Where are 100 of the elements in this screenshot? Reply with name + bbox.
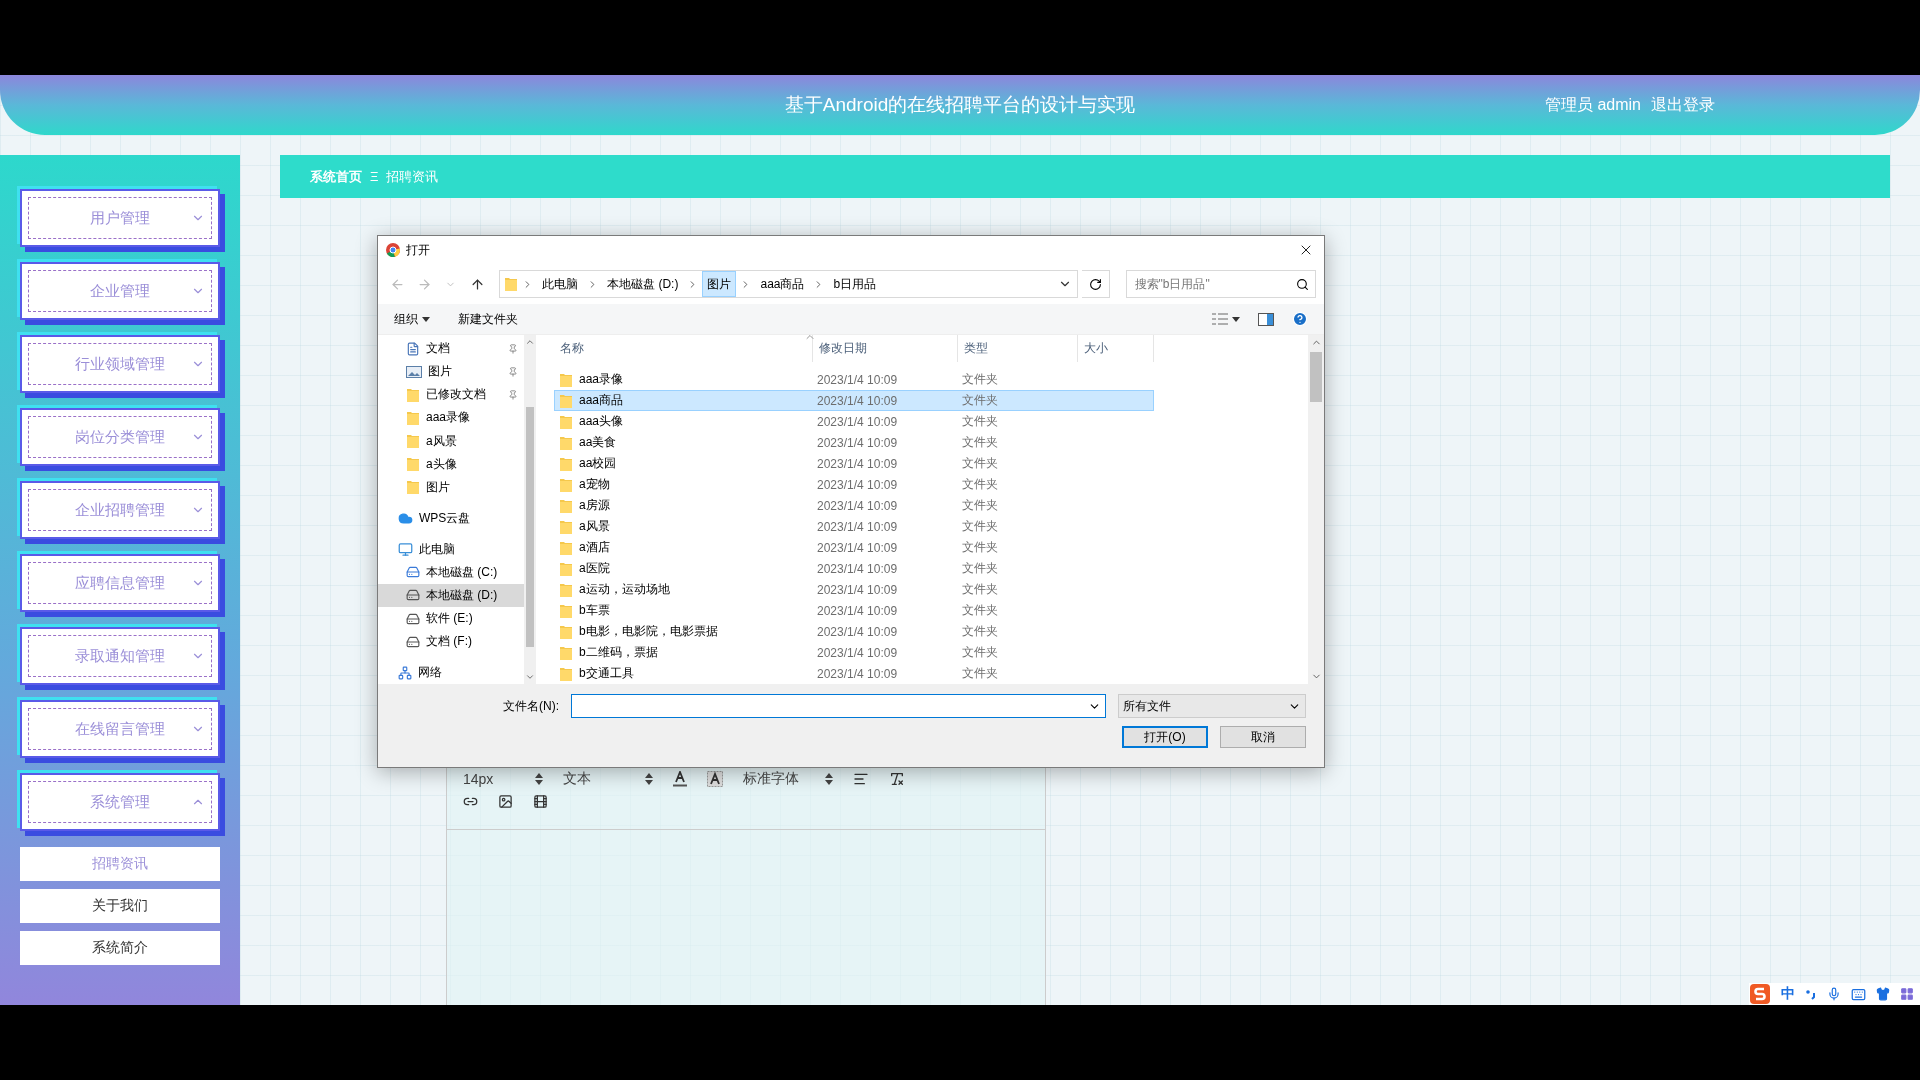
file-row[interactable]: a宠物 2023/1/4 10:09 文件夹 <box>554 474 1154 495</box>
align-icon[interactable] <box>853 771 869 787</box>
nav-item[interactable]: 本地磁盘 (C:) <box>378 560 524 584</box>
file-row[interactable]: aaa商品 2023/1/4 10:09 文件夹 <box>554 390 1154 411</box>
file-row[interactable]: b车票 2023/1/4 10:09 文件夹 <box>554 600 1154 621</box>
folder-icon <box>559 413 573 430</box>
path-segment[interactable]: 图片 <box>702 271 737 297</box>
nav-item[interactable]: aaa录像 <box>378 406 524 430</box>
scrollbar[interactable] <box>1308 335 1324 684</box>
menu-label: 行业领域管理 <box>75 354 165 374</box>
clear-format-icon[interactable] <box>889 771 905 787</box>
file-date: 2023/1/4 10:09 <box>816 582 899 597</box>
nav-item[interactable]: 软件 (E:) <box>378 607 524 631</box>
file-row[interactable]: a医院 2023/1/4 10:09 文件夹 <box>554 558 1154 579</box>
file-date: 2023/1/4 10:09 <box>816 498 899 513</box>
scroll-up-icon[interactable] <box>525 337 535 347</box>
nav-item[interactable]: a风景 <box>378 429 524 453</box>
nav-item[interactable]: WPS云盘 <box>378 506 524 530</box>
highlight-icon[interactable] <box>707 771 723 787</box>
nav-item[interactable]: 本地磁盘 (D:) <box>378 583 524 607</box>
cancel-button[interactable]: 取消 <box>1220 726 1306 748</box>
folder-icon <box>559 476 573 493</box>
file-name: a风景 <box>579 518 610 535</box>
image-icon[interactable] <box>498 794 513 809</box>
scroll-down-icon[interactable] <box>525 672 535 682</box>
path-segment[interactable]: aaa商品 <box>755 271 810 297</box>
file-type: 文件夹 <box>961 371 999 388</box>
file-row[interactable]: a房源 2023/1/4 10:09 文件夹 <box>554 495 1154 516</box>
file-date: 2023/1/4 10:09 <box>816 435 899 450</box>
file-date: 2023/1/4 10:09 <box>816 393 899 408</box>
file-type: 文件夹 <box>961 518 999 535</box>
help-button[interactable] <box>1292 311 1308 327</box>
film-icon[interactable] <box>533 794 548 809</box>
folder-icon <box>406 433 420 450</box>
ime-mode[interactable]: 中 <box>1781 985 1795 1003</box>
punctuation-icon[interactable] <box>1805 988 1817 1000</box>
file-row[interactable]: b电影，电影院，电影票据 2023/1/4 10:09 文件夹 <box>554 621 1154 642</box>
font-select[interactable]: 标准字体 <box>743 770 833 788</box>
site-title: 基于Android的在线招聘平台的设计与实现 <box>784 93 1136 117</box>
address-bar[interactable]: 此电脑 本地磁盘 (D:) 图片 aaa商品 b日用品 <box>499 270 1079 298</box>
filename-label: 文件名(N): <box>503 697 559 715</box>
file-row[interactable]: a运动，运动场地 2023/1/4 10:09 文件夹 <box>554 579 1154 600</box>
file-name: aaa录像 <box>579 371 624 388</box>
nav-item[interactable]: 文档 <box>378 337 524 361</box>
stepper-icon <box>825 773 833 785</box>
file-date: 2023/1/4 10:09 <box>816 645 899 660</box>
file-row[interactable]: b二维码，票据 2023/1/4 10:09 文件夹 <box>554 642 1154 663</box>
file-row[interactable]: a酒店 2023/1/4 10:09 文件夹 <box>554 537 1154 558</box>
column-header[interactable]: 类型 <box>958 335 1078 362</box>
folder-icon <box>559 623 573 640</box>
scroll-thumb[interactable] <box>1310 352 1322 402</box>
grid-icon[interactable] <box>1900 987 1914 1001</box>
path-segment[interactable]: 此电脑 <box>537 271 584 297</box>
filename-field[interactable] <box>571 694 1106 718</box>
nav-item[interactable]: 图片 <box>378 475 524 499</box>
file-row[interactable]: aa美食 2023/1/4 10:09 文件夹 <box>554 432 1154 453</box>
nav-item[interactable]: a头像 <box>378 452 524 476</box>
file-row[interactable]: aaa录像 2023/1/4 10:09 文件夹 <box>554 369 1154 390</box>
file-type-select[interactable]: 所有文件 <box>1118 694 1306 718</box>
text-color-icon[interactable] <box>673 771 687 787</box>
file-type: 文件夹 <box>961 581 999 598</box>
microphone-icon[interactable] <box>1827 987 1841 1001</box>
refresh-button[interactable] <box>1082 270 1110 298</box>
search-box[interactable]: 搜索"b日用品" <box>1125 270 1316 298</box>
submenu-item[interactable]: 系统简介 <box>20 931 220 965</box>
menu-label: 应聘信息管理 <box>75 573 165 593</box>
nav-item[interactable]: 已修改文档 <box>378 383 524 407</box>
column-header[interactable]: 修改日期 <box>813 335 958 362</box>
font-size-select[interactable]: 14px <box>463 771 543 787</box>
keyboard-icon[interactable] <box>1851 986 1866 1002</box>
scroll-thumb[interactable] <box>525 407 535 647</box>
preview-pane-button[interactable] <box>1258 312 1274 326</box>
scrollbar[interactable] <box>524 335 536 684</box>
open-button[interactable]: 打开(O) <box>1122 726 1208 748</box>
file-row[interactable]: aa校园 2023/1/4 10:09 文件夹 <box>554 453 1154 474</box>
folder-icon <box>559 371 573 388</box>
folder-icon <box>406 386 420 403</box>
nav-item[interactable]: 此电脑 <box>378 537 524 561</box>
nav-item[interactable]: 文档 (F:) <box>378 630 524 654</box>
network-icon <box>398 665 412 680</box>
file-row[interactable]: aaa头像 2023/1/4 10:09 文件夹 <box>554 411 1154 432</box>
column-header[interactable]: 名称 <box>554 335 813 362</box>
folder-icon <box>559 539 573 556</box>
view-options-button[interactable] <box>1212 313 1240 325</box>
file-row[interactable]: a风景 2023/1/4 10:09 文件夹 <box>554 516 1154 537</box>
organize-button[interactable]: 组织 <box>394 310 430 328</box>
column-header[interactable]: 大小 <box>1078 335 1154 362</box>
nav-item[interactable]: 网络 <box>378 661 524 684</box>
file-date: 2023/1/4 10:09 <box>816 456 899 471</box>
path-segment[interactable]: b日用品 <box>828 271 882 297</box>
folder-icon <box>559 581 573 598</box>
file-name: b交通工具 <box>579 665 634 682</box>
new-folder-button[interactable]: 新建文件夹 <box>458 310 518 328</box>
nav-item[interactable]: 图片 <box>378 360 524 384</box>
block-select[interactable]: 文本 <box>563 770 653 788</box>
file-row[interactable]: b交通工具 2023/1/4 10:09 文件夹 <box>554 663 1154 684</box>
path-segment[interactable]: 本地磁盘 (D:) <box>602 271 684 297</box>
submenu-item[interactable]: 关于我们 <box>20 889 220 923</box>
shirt-icon[interactable] <box>1876 987 1890 1001</box>
menu-label: 企业招聘管理 <box>75 500 165 520</box>
